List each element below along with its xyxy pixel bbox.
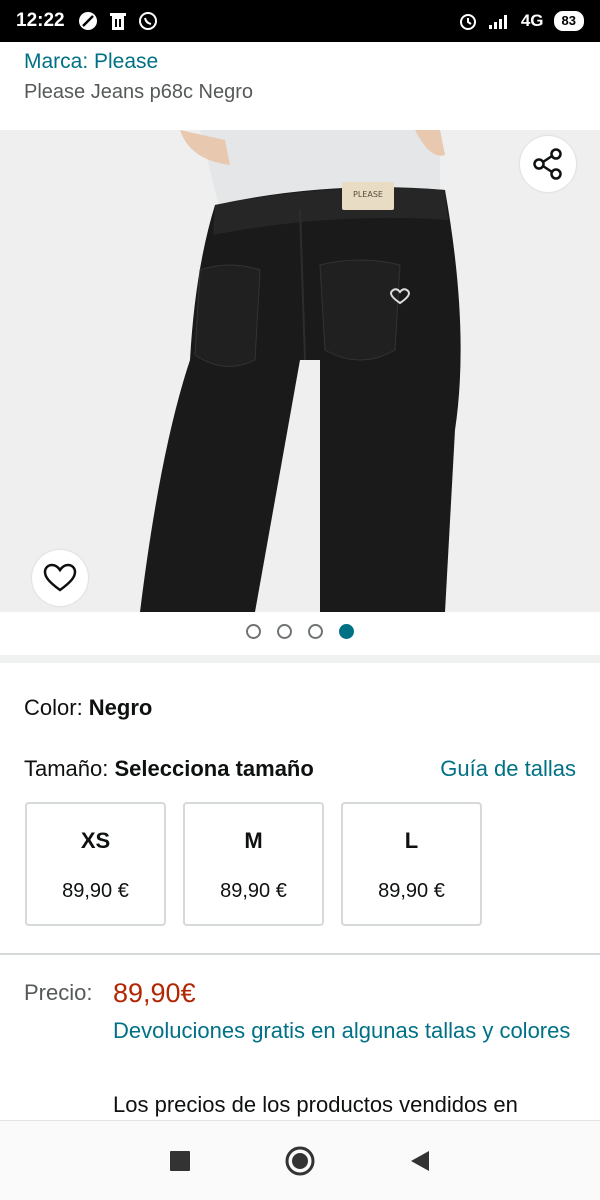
- carousel-dot[interactable]: [246, 624, 261, 639]
- divider: [0, 953, 600, 955]
- product-title: Please Jeans p68c Negro: [24, 81, 254, 103]
- section-divider: [0, 655, 600, 663]
- size-option-name: L: [404, 827, 419, 853]
- carousel-indicator: [0, 624, 600, 639]
- size-value: Selecciona tamaño: [114, 756, 314, 781]
- system-navigation-bar: [0, 1120, 600, 1200]
- price-disclaimer: Los precios de los productos vendidos en: [113, 1092, 518, 1117]
- color-value: Negro: [88, 695, 153, 720]
- back-button[interactable]: [400, 1141, 440, 1181]
- status-time: 12:22: [16, 10, 65, 31]
- color-selection: Color: Negro: [24, 695, 152, 721]
- recents-button[interactable]: [160, 1141, 200, 1181]
- product-image-carousel[interactable]: PLEASE: [0, 130, 600, 612]
- brand-link[interactable]: Marca: Please: [24, 50, 158, 74]
- size-option-price: 89,90 €: [378, 879, 445, 902]
- network-type: 4G: [520, 11, 544, 30]
- share-icon: [533, 148, 562, 180]
- carousel-dot[interactable]: [277, 624, 292, 639]
- battery-indicator: 83: [553, 11, 584, 31]
- alarm-icon: [457, 10, 479, 32]
- wishlist-button[interactable]: [32, 550, 88, 606]
- status-bar: 12:22 4G 83: [0, 0, 600, 42]
- size-option-name: XS: [80, 827, 111, 853]
- recents-square-icon: [170, 1150, 190, 1171]
- back-triangle-icon: [411, 1150, 429, 1171]
- trash-icon: [107, 10, 129, 32]
- share-button[interactable]: [520, 136, 576, 192]
- size-guide-link[interactable]: Guía de tallas: [440, 756, 576, 782]
- color-label: Color:: [24, 695, 89, 720]
- heart-icon: [43, 563, 77, 592]
- size-selection: Tamaño: Selecciona tamaño: [24, 756, 314, 782]
- size-option-price: 89,90 €: [220, 879, 287, 902]
- home-button[interactable]: [280, 1141, 320, 1181]
- size-option-xs[interactable]: XS 89,90 €: [25, 802, 166, 926]
- size-option-m[interactable]: M 89,90 €: [183, 802, 324, 926]
- price-label: Precio:: [24, 980, 93, 1005]
- size-option-name: M: [244, 827, 263, 853]
- price-value: 89,90€: [113, 978, 196, 1008]
- carousel-dot-active[interactable]: [339, 624, 354, 639]
- compass-icon: [77, 10, 99, 32]
- size-options: XS 89,90 € M 89,90 € L 89,90 €: [25, 802, 482, 926]
- whatsapp-icon: [137, 10, 159, 32]
- size-option-price: 89,90 €: [62, 879, 129, 902]
- free-returns-link[interactable]: Devoluciones gratis en algunas tallas y …: [113, 1014, 573, 1048]
- brand-label-text: PLEASE: [353, 190, 383, 199]
- size-option-l[interactable]: L 89,90 €: [341, 802, 482, 926]
- home-circle-icon: [285, 1146, 315, 1175]
- size-label: Tamaño:: [24, 756, 115, 781]
- carousel-dot[interactable]: [308, 624, 323, 639]
- product-image: PLEASE: [0, 130, 600, 612]
- signal-icon: [488, 10, 511, 32]
